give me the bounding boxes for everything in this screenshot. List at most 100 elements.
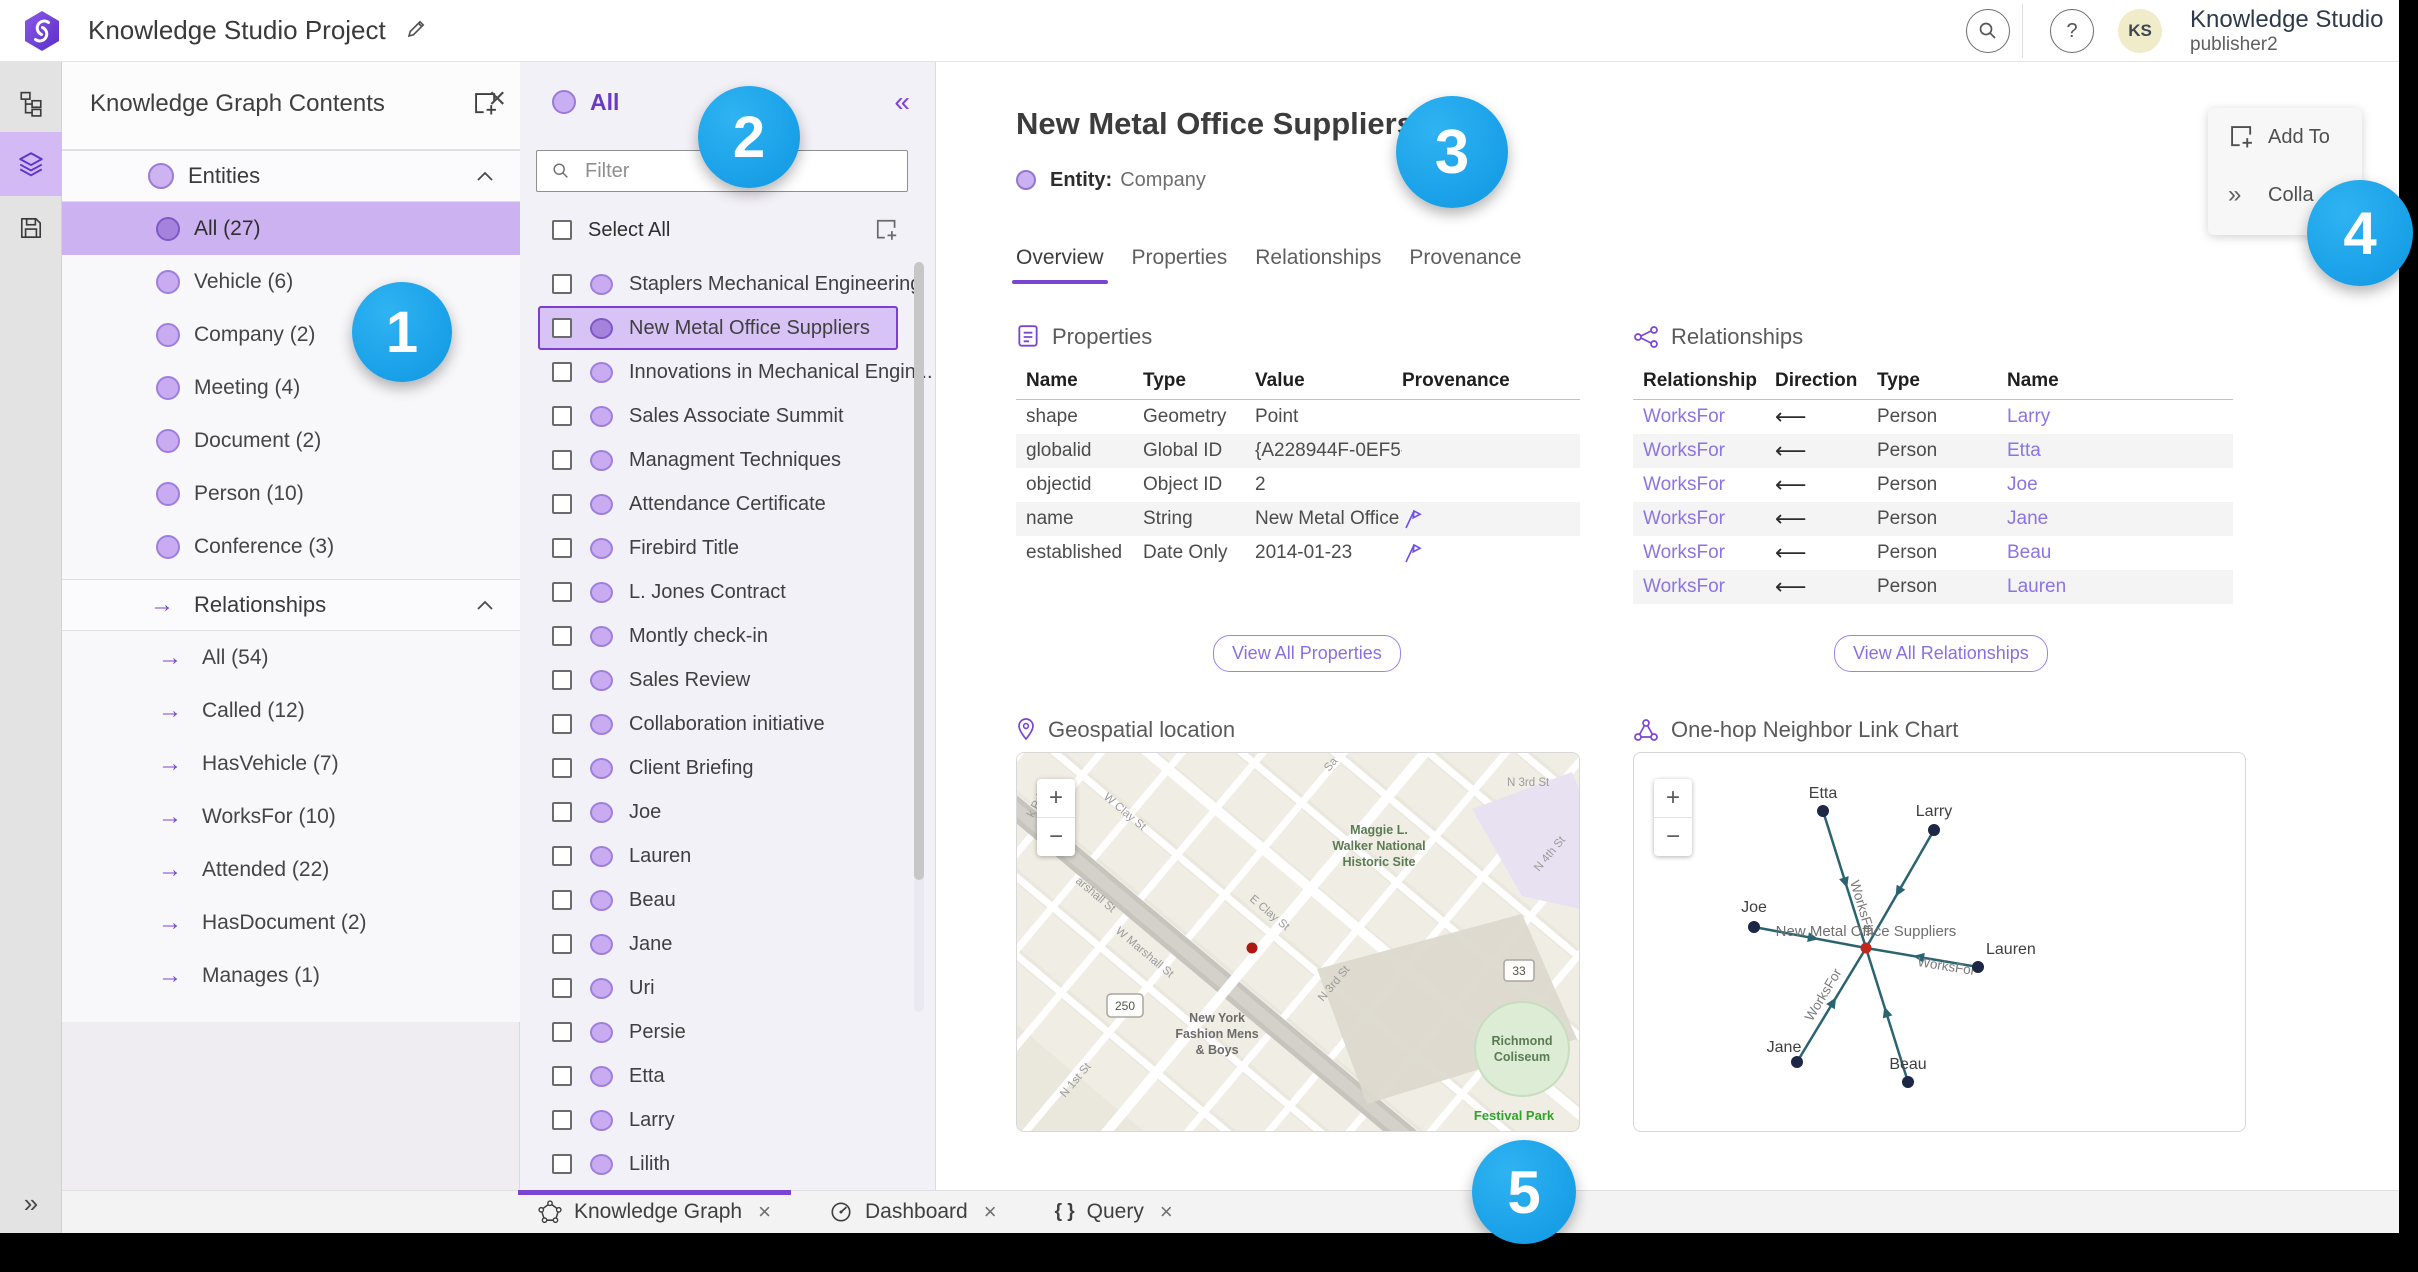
add-selection-icon[interactable] <box>874 217 900 243</box>
relationship-link[interactable]: WorksFor <box>1643 542 1775 564</box>
checkbox[interactable] <box>552 890 572 910</box>
checkbox[interactable] <box>552 978 572 998</box>
checkbox[interactable] <box>552 318 572 338</box>
list-item[interactable]: Etta <box>538 1054 898 1098</box>
list-item[interactable]: L. Jones Contract <box>538 570 898 614</box>
checkbox[interactable] <box>552 582 572 602</box>
list-item[interactable]: Attendance Certificate <box>538 482 898 526</box>
collapse-panel-icon[interactable]: « <box>894 88 910 116</box>
zoom-out-button[interactable]: − <box>1654 818 1692 856</box>
entities-section-header[interactable]: Entities <box>62 150 520 202</box>
list-item[interactable]: Montly check-in <box>538 614 898 658</box>
add-to-menu-item[interactable]: Add To <box>2208 108 2362 166</box>
provenance-flag-icon[interactable] <box>1402 508 1422 530</box>
checkbox[interactable] <box>552 758 572 778</box>
sidebar-item-vehicle[interactable]: Vehicle (6) <box>62 255 520 308</box>
tab-query[interactable]: { } Query × <box>1035 1191 1193 1233</box>
close-tab-icon[interactable]: × <box>758 1201 771 1223</box>
help-button[interactable]: ? <box>2050 9 2094 53</box>
entity-link[interactable]: Jane <box>2007 508 2233 530</box>
view-all-properties-button[interactable]: View All Properties <box>1213 635 1401 672</box>
sidebar-item-worksfor[interactable]: → WorksFor (10) <box>62 790 520 843</box>
data-model-button[interactable] <box>0 76 62 132</box>
sidebar-item-entities-all[interactable]: All (27) <box>62 202 520 255</box>
save-button[interactable] <box>0 200 62 256</box>
sidebar-item-called[interactable]: → Called (12) <box>62 684 520 737</box>
list-item[interactable]: Innovations in Mechanical Engin... <box>538 350 933 394</box>
relationship-link[interactable]: WorksFor <box>1643 440 1775 462</box>
relationship-link[interactable]: WorksFor <box>1643 508 1775 530</box>
list-item[interactable]: Lauren <box>538 834 898 878</box>
checkbox[interactable] <box>552 714 572 734</box>
node-larry[interactable] <box>1928 824 1940 836</box>
expand-rail-icon[interactable]: » <box>0 1188 62 1219</box>
checkbox[interactable] <box>552 670 572 690</box>
sidebar-item-meeting[interactable]: Meeting (4) <box>62 361 520 414</box>
sidebar-item-hasdocument[interactable]: → HasDocument (2) <box>62 896 520 949</box>
tab-relationships[interactable]: Relationships <box>1255 246 1381 284</box>
checkbox[interactable] <box>552 1110 572 1130</box>
checkbox[interactable] <box>552 846 572 866</box>
checkbox[interactable] <box>552 450 572 470</box>
checkbox[interactable] <box>552 406 572 426</box>
list-item[interactable]: Sales Review <box>538 658 898 702</box>
zoom-in-button[interactable]: + <box>1037 779 1075 818</box>
sidebar-item-document[interactable]: Document (2) <box>62 414 520 467</box>
list-item-selected[interactable]: New Metal Office Suppliers <box>538 306 898 350</box>
entity-link[interactable]: Beau <box>2007 542 2233 564</box>
list-item[interactable]: Beau <box>538 878 898 922</box>
tab-dashboard[interactable]: Dashboard × <box>809 1191 1017 1233</box>
close-panel-icon[interactable]: × <box>488 84 506 114</box>
checkbox[interactable] <box>552 802 572 822</box>
scrollbar-thumb[interactable] <box>914 262 924 880</box>
select-all-checkbox[interactable] <box>552 220 572 240</box>
list-item[interactable]: Staplers Mechanical Engineering <box>538 262 921 306</box>
tab-properties[interactable]: Properties <box>1132 246 1228 284</box>
checkbox[interactable] <box>552 626 572 646</box>
node-center[interactable] <box>1860 942 1872 954</box>
checkbox[interactable] <box>552 362 572 382</box>
contents-button[interactable] <box>0 132 62 196</box>
list-item[interactable]: Collaboration initiative <box>538 702 898 746</box>
edit-title-icon[interactable] <box>404 17 428 41</box>
list-item[interactable]: Managment Techniques <box>538 438 898 482</box>
search-button[interactable] <box>1966 9 2010 53</box>
zoom-in-button[interactable]: + <box>1654 779 1692 818</box>
sidebar-item-person[interactable]: Person (10) <box>62 467 520 520</box>
entity-link[interactable]: Larry <box>2007 406 2233 428</box>
node-beau[interactable] <box>1902 1076 1914 1088</box>
sidebar-item-attended[interactable]: → Attended (22) <box>62 843 520 896</box>
list-item[interactable]: Uri <box>538 966 898 1010</box>
relationship-link[interactable]: WorksFor <box>1643 474 1775 496</box>
close-tab-icon[interactable]: × <box>984 1201 997 1223</box>
node-etta[interactable] <box>1817 805 1829 817</box>
checkbox[interactable] <box>552 538 572 558</box>
close-tab-icon[interactable]: × <box>1160 1201 1173 1223</box>
checkbox[interactable] <box>552 934 572 954</box>
list-item[interactable]: Firebird Title <box>538 526 898 570</box>
checkbox[interactable] <box>552 1066 572 1086</box>
node-jane[interactable] <box>1791 1056 1803 1068</box>
zoom-out-button[interactable]: − <box>1037 818 1075 856</box>
avatar[interactable]: KS <box>2118 9 2162 53</box>
view-all-relationships-button[interactable]: View All Relationships <box>1834 635 2048 672</box>
relationships-section-header[interactable]: → Relationships <box>62 579 520 631</box>
list-item[interactable]: Persie <box>538 1010 898 1054</box>
entity-link[interactable]: Lauren <box>2007 576 2233 598</box>
entity-link[interactable]: Joe <box>2007 474 2233 496</box>
list-item[interactable]: Lilith <box>538 1142 898 1186</box>
node-joe[interactable] <box>1748 921 1760 933</box>
list-item[interactable]: Larry <box>538 1098 898 1142</box>
tab-provenance[interactable]: Provenance <box>1409 246 1521 284</box>
node-lauren[interactable] <box>1972 961 1984 973</box>
tab-knowledge-graph[interactable]: Knowledge Graph × <box>518 1190 791 1233</box>
map-panel[interactable]: W Clay St E Clay St arshall St W Marshal… <box>1016 752 1580 1132</box>
sidebar-item-manages[interactable]: → Manages (1) <box>62 949 520 1002</box>
link-chart-panel[interactable]: WorksFor WorksFor WorksFor Etta Larry Jo… <box>1633 752 2246 1132</box>
sidebar-item-hasvehicle[interactable]: → HasVehicle (7) <box>62 737 520 790</box>
checkbox[interactable] <box>552 1154 572 1174</box>
list-item[interactable]: Joe <box>538 790 898 834</box>
tab-overview[interactable]: Overview <box>1012 246 1108 284</box>
provenance-flag-icon[interactable] <box>1402 542 1422 564</box>
checkbox[interactable] <box>552 1022 572 1042</box>
